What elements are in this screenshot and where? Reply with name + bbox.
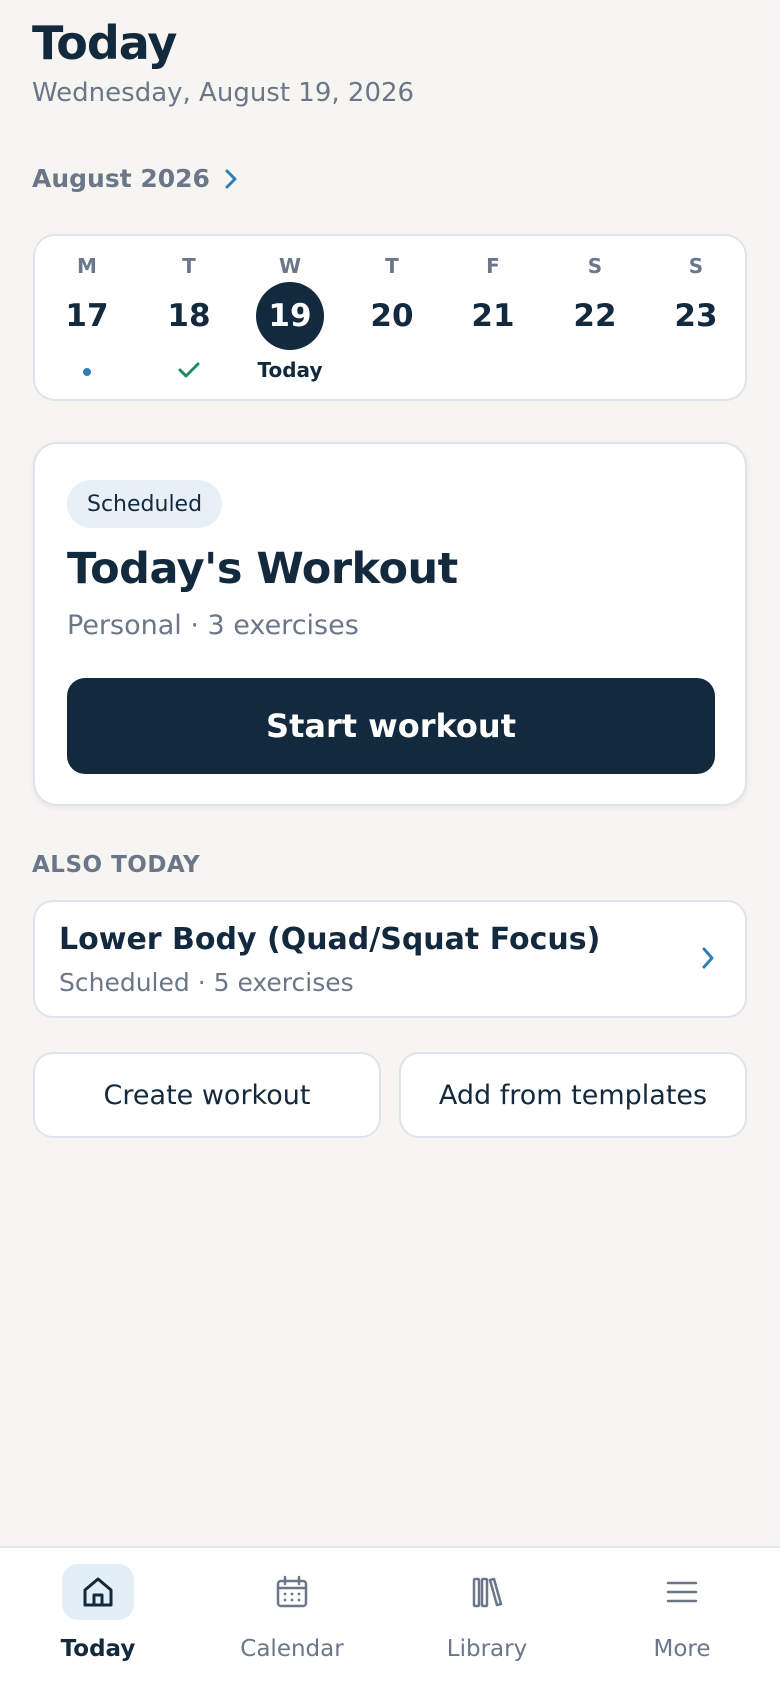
also-today-item[interactable]: Lower Body (Quad/Squat Focus) Scheduled …: [33, 900, 747, 1018]
bottom-nav: Today Calendar Library More: [0, 1546, 780, 1688]
create-workout-button[interactable]: Create workout: [33, 1052, 381, 1138]
status-badge: Scheduled: [67, 480, 223, 528]
today-label: Today: [257, 358, 323, 382]
day-cell-22[interactable]: S 22: [550, 236, 640, 399]
page-title: Today: [32, 16, 177, 70]
day-letter: T: [385, 254, 399, 278]
nav-label: Library: [446, 1636, 528, 1662]
nav-label: Calendar: [240, 1636, 344, 1662]
home-icon: [83, 1577, 113, 1607]
day-number: 17: [65, 298, 109, 334]
nav-item-calendar[interactable]: Calendar: [212, 1548, 372, 1688]
nav-label: More: [653, 1636, 711, 1662]
also-today-heading: ALSO TODAY: [32, 852, 201, 878]
library-icon: [472, 1577, 503, 1608]
day-cell-17[interactable]: M 17: [42, 236, 132, 399]
nav-icon-highlight: [62, 1564, 134, 1620]
day-number: 22: [573, 298, 617, 334]
month-label: August 2026: [32, 164, 210, 193]
day-number: 23: [674, 298, 718, 334]
scheduled-dot-icon: [83, 368, 91, 376]
day-number-selected: 19: [256, 282, 324, 350]
nav-item-library[interactable]: Library: [407, 1548, 567, 1688]
day-cell-19[interactable]: W 19 Today: [245, 236, 335, 399]
day-number: 18: [167, 298, 211, 334]
nav-label: Today: [60, 1636, 136, 1662]
chevron-right-icon: [225, 169, 237, 188]
day-letter: T: [182, 254, 196, 278]
chevron-right-icon: [702, 947, 714, 969]
start-workout-button[interactable]: Start workout: [67, 678, 715, 774]
day-cell-21[interactable]: F 21: [448, 236, 538, 399]
nav-icon-slot: [451, 1564, 523, 1620]
page-date: Wednesday, August 19, 2026: [32, 78, 415, 108]
also-today-item-meta: Scheduled · 5 exercises: [59, 968, 354, 997]
day-letter: W: [278, 254, 302, 278]
day-cell-20[interactable]: T 20: [347, 236, 437, 399]
checkmark-icon: [178, 362, 200, 378]
nav-icon-slot: [256, 1564, 328, 1620]
menu-icon: [666, 1581, 698, 1603]
day-letter: M: [77, 254, 97, 278]
day-cell-23[interactable]: S 23: [651, 236, 741, 399]
day-letter: F: [486, 254, 500, 278]
add-from-templates-button[interactable]: Add from templates: [399, 1052, 747, 1138]
week-strip: M 17 T 18 W 19 Today T 20 F 21 S 22 S 23: [33, 234, 747, 401]
day-number: 21: [471, 298, 515, 334]
day-number: 20: [370, 298, 414, 334]
workout-meta: Personal · 3 exercises: [67, 610, 359, 641]
month-selector[interactable]: August 2026: [32, 164, 238, 193]
also-today-item-title: Lower Body (Quad/Squat Focus): [59, 922, 601, 957]
day-letter: S: [688, 254, 704, 278]
todays-workout-card: Scheduled Today's Workout Personal · 3 e…: [33, 442, 747, 806]
calendar-icon: [276, 1575, 308, 1608]
nav-item-today[interactable]: Today: [18, 1548, 178, 1688]
day-cell-18[interactable]: T 18: [144, 236, 234, 399]
nav-icon-slot: [646, 1564, 718, 1620]
day-letter: S: [587, 254, 603, 278]
nav-item-more[interactable]: More: [602, 1548, 762, 1688]
workout-title: Today's Workout: [67, 544, 458, 594]
